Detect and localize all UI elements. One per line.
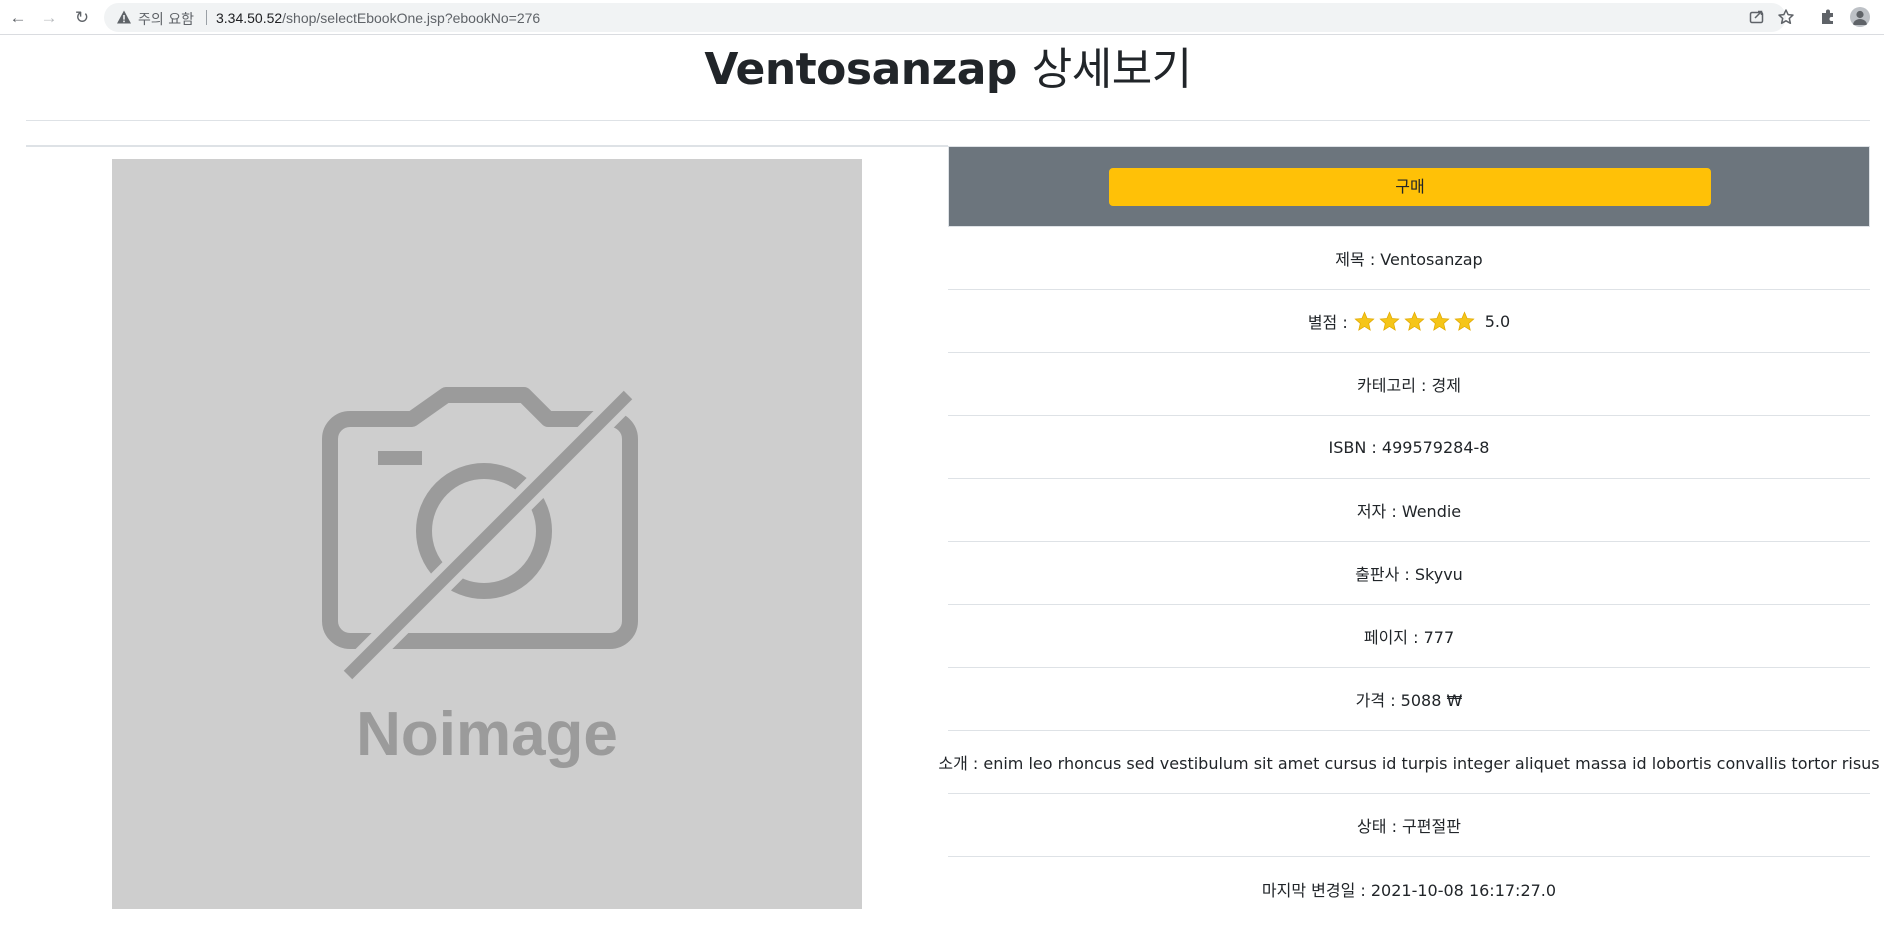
publisher-row: 출판사 : Skyvu xyxy=(948,542,1870,605)
extensions-puzzle-icon[interactable] xyxy=(1818,7,1838,27)
star-icon xyxy=(1454,310,1475,331)
warning-icon[interactable] xyxy=(116,9,132,25)
price-row: 가격 : 5088 ₩ xyxy=(948,668,1870,731)
back-icon[interactable]: ← xyxy=(6,5,30,29)
share-icon[interactable] xyxy=(1748,8,1766,26)
url-path: /shop/selectEbookOne.jsp?ebookNo=276 xyxy=(282,10,541,26)
buy-button[interactable]: 구매 xyxy=(1109,168,1711,206)
rating-stars xyxy=(1354,310,1479,332)
star-icon xyxy=(1379,310,1400,331)
url-text[interactable]: 3.34.50.52/shop/selectEbookOne.jsp?ebook… xyxy=(216,10,540,26)
status-row: 상태 : 구편절판 xyxy=(948,794,1870,857)
security-warning-label[interactable]: 주의 요함 xyxy=(138,9,194,29)
isbn-row: ISBN : 499579284-8 xyxy=(948,416,1870,479)
no-image-text: Noimage xyxy=(356,700,618,769)
ebook-detail-page: Ventosanzap 상세보기 Noimage 구매 제목 : Ventosa… xyxy=(26,35,1880,943)
address-separator xyxy=(206,10,207,25)
summary-row: 소개 : enim leo rhoncus sed vestibulum sit… xyxy=(938,731,1880,794)
buy-row: 구매 xyxy=(948,146,1870,227)
star-icon xyxy=(1429,310,1450,331)
no-camera-icon xyxy=(322,385,638,685)
cover-image-placeholder: Noimage xyxy=(112,159,862,909)
category-row: 카테고리 : 경제 xyxy=(948,353,1870,416)
rating-row: 별점 : 5.0 xyxy=(948,290,1870,353)
forward-icon[interactable]: → xyxy=(37,5,61,29)
ebook-detail-table: 구매 제목 : Ventosanzap 별점 : 5.0 카테고리 : 경제 I… xyxy=(938,146,1880,920)
star-icon xyxy=(1354,310,1375,331)
table-top-border xyxy=(26,145,948,147)
author-row: 저자 : Wendie xyxy=(948,479,1870,542)
reload-icon[interactable]: ↻ xyxy=(70,5,94,29)
page-title-name: Ventosanzap xyxy=(704,44,1017,95)
title-row: 제목 : Ventosanzap xyxy=(948,227,1870,290)
page-title-suffix: 상세보기 xyxy=(1031,44,1192,95)
address-bar[interactable]: 주의 요함 3.34.50.52/shop/selectEbookOne.jsp… xyxy=(104,3,1794,32)
title-divider xyxy=(26,120,1870,121)
pages-row: 페이지 : 777 xyxy=(948,605,1870,668)
updated-row: 마지막 변경일 : 2021-10-08 16:17:27.0 xyxy=(1261,880,1557,900)
page-title: Ventosanzap 상세보기 xyxy=(26,35,1870,124)
rating-value: 5.0 xyxy=(1484,311,1511,331)
rating-label: 별점 : xyxy=(1307,313,1348,332)
star-icon xyxy=(1404,310,1425,331)
browser-toolbar: ← → ↻ 주의 요함 3.34.50.52/shop/selectEbookO… xyxy=(0,0,1884,35)
profile-avatar-icon[interactable] xyxy=(1850,7,1870,27)
bookmark-star-icon[interactable] xyxy=(1777,8,1795,26)
url-host: 3.34.50.52 xyxy=(216,10,283,26)
